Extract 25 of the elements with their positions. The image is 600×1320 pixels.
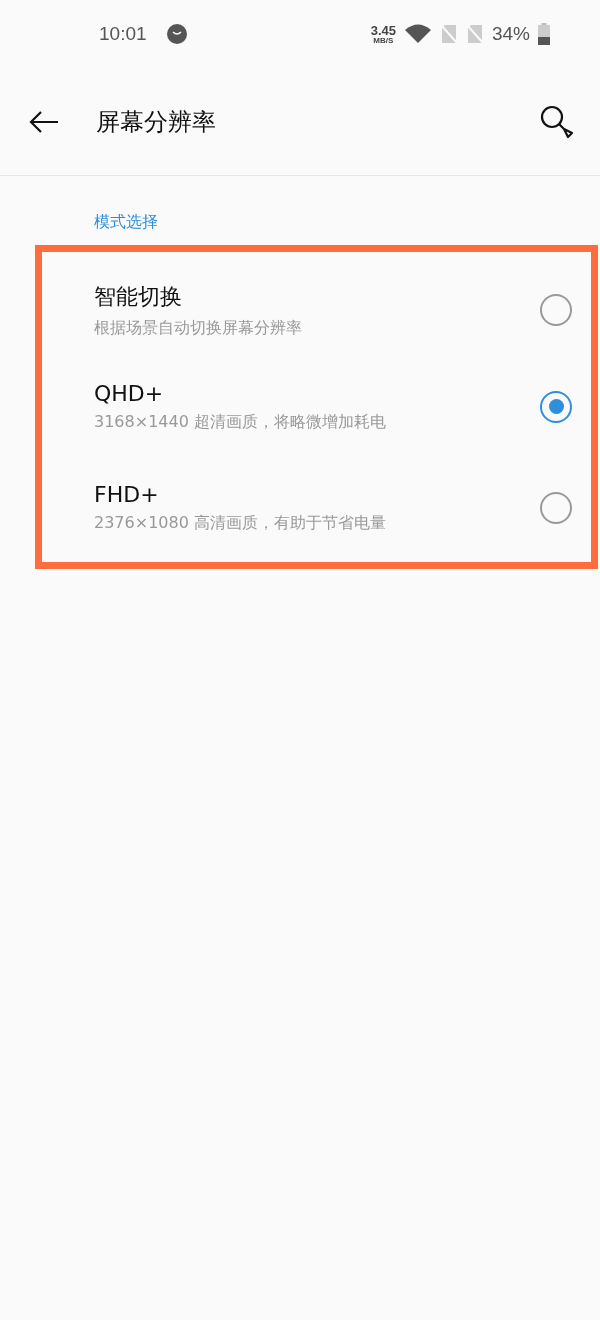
- radio-button[interactable]: [540, 390, 572, 423]
- option-title: 智能切换: [94, 282, 183, 311]
- resolution-option[interactable]: FHD+ 2376×1080 高清画质，有助于节省电量: [42, 457, 591, 558]
- wifi-icon: [403, 23, 432, 45]
- battery-percent: 34%: [491, 23, 530, 45]
- resolution-option[interactable]: 智能切换 根据场景自动切换屏幕分辨率: [42, 264, 591, 356]
- network-speed: 3.45: [370, 23, 396, 37]
- search-button[interactable]: [540, 104, 574, 139]
- no-sim-icon: [439, 24, 458, 44]
- option-title: QHD+: [94, 380, 165, 406]
- option-description: 3168×1440 超清画质，将略微增加耗电: [94, 411, 387, 433]
- page-title: 屏幕分辨率: [96, 106, 217, 138]
- radio-button[interactable]: [540, 491, 572, 524]
- speed-unit: MB/S: [373, 36, 394, 45]
- back-button[interactable]: [28, 109, 60, 134]
- no-sim-icon: [465, 24, 484, 44]
- option-title: FHD+: [94, 481, 160, 507]
- resolution-option[interactable]: QHD+ 3168×1440 超清画质，将略微增加耗电: [42, 356, 591, 457]
- clock: 10:01: [99, 23, 147, 45]
- notification-icon: [166, 24, 187, 44]
- option-description: 根据场景自动切换屏幕分辨率: [94, 317, 303, 339]
- option-description: 2376×1080 高清画质，有助于节省电量: [94, 512, 387, 534]
- radio-button[interactable]: [540, 294, 572, 326]
- section-label: 模式选择: [94, 212, 159, 233]
- battery-icon: [538, 23, 550, 45]
